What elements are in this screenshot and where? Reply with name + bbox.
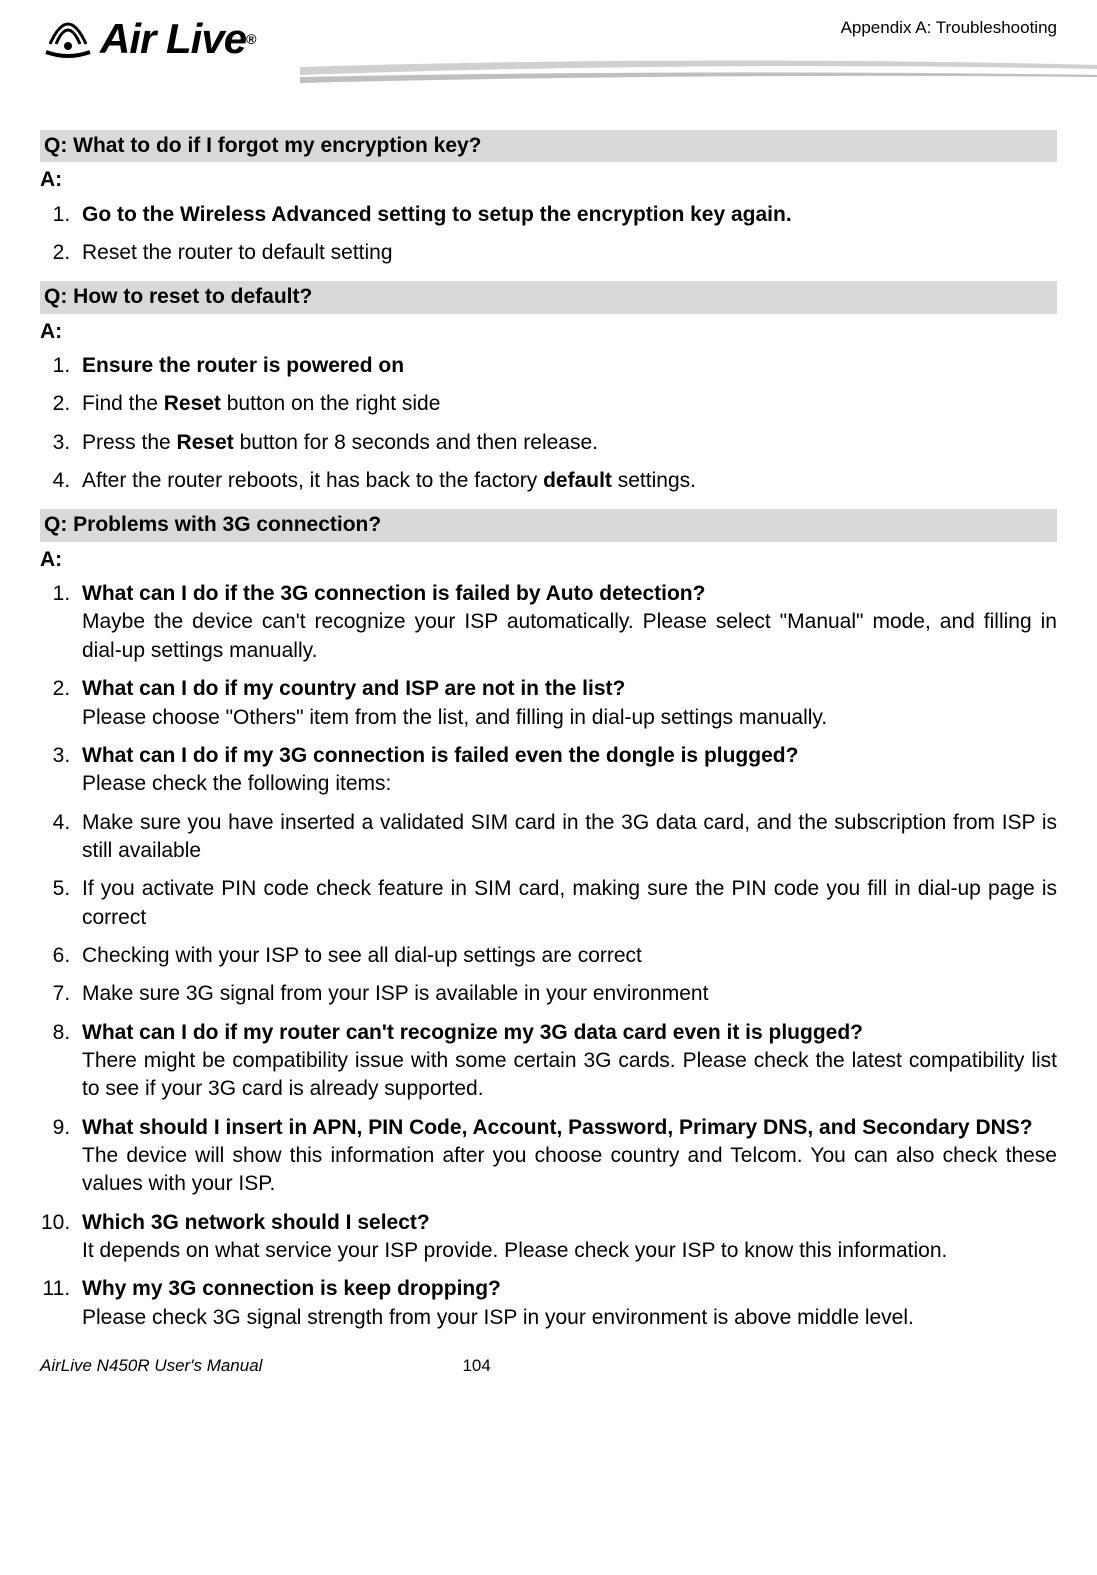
item-text: If you activate PIN code check feature i… [82,877,1057,928]
item-desc: The device will show this information af… [82,1142,1057,1199]
list-item: What can I do if my router can't recogni… [76,1019,1057,1104]
item-desc: Maybe the device can't recognize your IS… [82,608,1057,665]
item-desc: Please check the following items: [82,770,1057,798]
list-item: Go to the Wireless Advanced setting to s… [76,201,1057,229]
list-item: Reset the router to default setting [76,239,1057,267]
manual-title: AirLive N450R User's Manual [40,1356,262,1376]
page-number: 104 [462,1356,490,1376]
item-post: button for 8 seconds and then release. [234,431,598,454]
item-text: Reset the router to default setting [82,241,393,264]
logo-text: Air Live [100,15,246,63]
list-item: Which 3G network should I select? It depe… [76,1209,1057,1266]
item-head: What can I do if the 3G connection is fa… [82,582,705,605]
answer-label: A: [40,166,1057,194]
list-item: Press the Reset button for 8 seconds and… [76,429,1057,457]
list-item: If you activate PIN code check feature i… [76,875,1057,932]
document-page: Air Live® Appendix A: Troubleshooting Q:… [0,0,1097,1396]
question-heading: Q: How to reset to default? [40,281,1057,313]
answer-label: A: [40,318,1057,346]
page-footer: AirLive N450R User's Manual 104 [40,1356,1057,1376]
list-item: After the router reboots, it has back to… [76,467,1057,495]
item-head: Why my 3G connection is keep dropping? [82,1277,501,1300]
item-post: settings. [612,469,696,492]
item-desc: Please check 3G signal strength from you… [82,1304,1057,1332]
list-item: Make sure you have inserted a validated … [76,809,1057,866]
list-item: Why my 3G connection is keep dropping? Pl… [76,1275,1057,1332]
item-text: Make sure 3G signal from your ISP is ava… [82,982,708,1005]
item-pre: Press the [82,431,177,454]
item-text: Make sure you have inserted a validated … [82,811,1057,862]
item-head: Which 3G network should I select? [82,1211,430,1234]
item-desc: It depends on what service your ISP prov… [82,1237,1057,1265]
item-text: Checking with your ISP to see all dial-u… [82,944,642,967]
item-head: What can I do if my router can't recogni… [82,1021,863,1044]
item-head: What should I insert in APN, PIN Code, A… [82,1116,1033,1139]
list-item: What can I do if my 3G connection is fai… [76,742,1057,799]
list-item: Checking with your ISP to see all dial-u… [76,942,1057,970]
list-item: Find the Reset button on the right side [76,390,1057,418]
item-head: What can I do if my 3G connection is fai… [82,744,798,767]
item-bold: default [543,469,612,492]
list-item: What can I do if the 3G connection is fa… [76,580,1057,665]
item-text: Go to the Wireless Advanced setting to s… [82,203,792,226]
item-bold: Reset [164,392,221,415]
question-heading: Q: Problems with 3G connection? [40,509,1057,541]
answer-label: A: [40,546,1057,574]
list-item: What should I insert in APN, PIN Code, A… [76,1114,1057,1199]
appendix-label: Appendix A: Troubleshooting [841,10,1057,38]
question-heading: Q: What to do if I forgot my encryption … [40,130,1057,162]
item-head: What can I do if my country and ISP are … [82,677,625,700]
item-desc: There might be compatibility issue with … [82,1047,1057,1104]
list-item: Ensure the router is powered on [76,352,1057,380]
list-item: What can I do if my country and ISP are … [76,675,1057,732]
item-text: Ensure the router is powered on [82,354,404,377]
wifi-icon [40,10,96,68]
content-body: Q: What to do if I forgot my encryption … [40,130,1057,1332]
item-post: button on the right side [221,392,441,415]
answer-list: Ensure the router is powered on Find the… [40,352,1057,495]
header-swoosh [300,55,1057,100]
item-pre: After the router reboots, it has back to… [82,469,543,492]
list-item: Make sure 3G signal from your ISP is ava… [76,980,1057,1008]
registered-mark: ® [246,31,255,47]
item-pre: Find the [82,392,164,415]
answer-list: What can I do if the 3G connection is fa… [40,580,1057,1332]
item-desc: Please choose "Others" item from the lis… [82,704,1057,732]
brand-logo: Air Live® [40,10,255,68]
answer-list: Go to the Wireless Advanced setting to s… [40,201,1057,268]
page-header: Air Live® Appendix A: Troubleshooting [40,0,1057,100]
item-bold: Reset [177,431,234,454]
